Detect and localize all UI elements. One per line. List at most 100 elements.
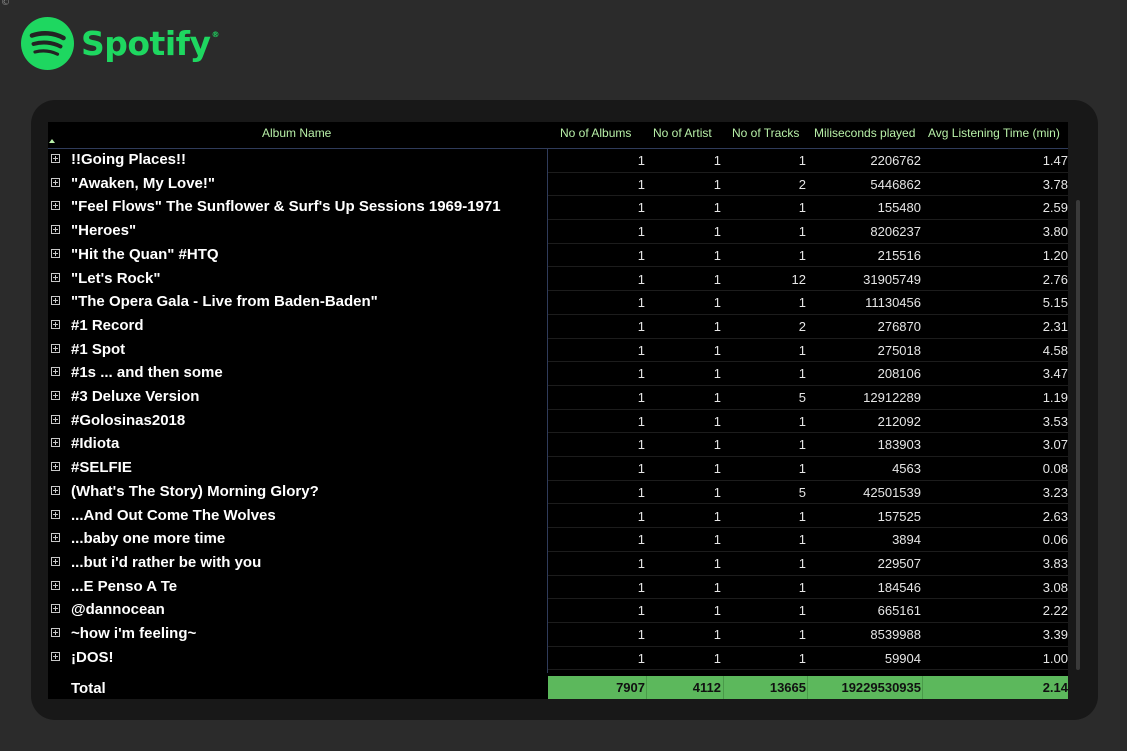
avg-time-cell: 3.53 — [1042, 413, 1068, 429]
table-row[interactable]: #1 Record 1 1 2 276870 2.31 — [48, 315, 1068, 339]
table-row[interactable]: ...And Out Come The Wolves 1 1 1 157525 2.63 — [48, 505, 1068, 529]
album-name-cell: ...And Out Come The Wolves — [71, 506, 276, 524]
artists-cell: 1 — [713, 271, 721, 287]
avg-time-cell: 3.23 — [1042, 484, 1068, 500]
table-row[interactable]: ~how i'm feeling~ 1 1 1 8539988 3.39 — [48, 623, 1068, 647]
expand-plus-icon[interactable] — [51, 367, 60, 377]
album-name-cell: ...E Penso A Te — [71, 577, 178, 595]
expand-plus-icon[interactable] — [51, 651, 60, 661]
album-name-cell: "Heroes" — [71, 222, 137, 240]
table-row[interactable]: "The Opera Gala - Live from Baden-Baden"… — [48, 291, 1068, 315]
copyright-icon: © — [1, 0, 10, 8]
albums-cell: 1 — [637, 153, 645, 168]
table-row[interactable]: #Idiota 1 1 1 183903 3.07 — [48, 433, 1068, 458]
total-ms-played: 19229530935 — [841, 680, 921, 695]
ms-played-cell: 5446862 — [870, 176, 921, 192]
artists-cell: 1 — [713, 342, 721, 358]
column-header-albums[interactable]: No of Albums — [560, 126, 631, 140]
expand-plus-icon[interactable] — [51, 201, 60, 211]
table-row[interactable]: (What's The Story) Morning Glory? 1 1 5 4250… — [48, 481, 1068, 505]
avg-time-cell: 4.58 — [1042, 342, 1068, 358]
album-name-cell: #SELFIE — [71, 459, 132, 477]
total-separator — [723, 676, 724, 699]
albums-cell: 1 — [637, 200, 645, 216]
tracks-cell: 5 — [798, 484, 806, 500]
row-separator — [548, 669, 1068, 671]
album-matrix-table[interactable]: Album Name No of Albums No of Artist No … — [48, 122, 1068, 699]
ms-played-cell: 59904 — [884, 650, 921, 666]
expand-plus-icon[interactable] — [51, 509, 60, 519]
expand-plus-icon[interactable] — [51, 604, 60, 614]
expand-plus-icon[interactable] — [51, 319, 60, 329]
table-row[interactable]: #3 Deluxe Version 1 1 5 12912289 1.19 — [48, 386, 1068, 410]
table-scrollbar[interactable] — [1076, 200, 1080, 670]
table-row[interactable]: !!Going Places!! 1 1 1 2206762 1.47 — [48, 149, 1068, 173]
column-header-album-name[interactable]: Album Name — [262, 126, 331, 140]
expand-plus-icon[interactable] — [51, 225, 60, 235]
column-header-tracks[interactable]: No of Tracks — [732, 126, 799, 140]
table-row[interactable]: ...baby one more time 1 1 1 3894 0.06 — [48, 528, 1068, 552]
table-row[interactable]: #SELFIE 1 1 1 4563 0.08 — [48, 457, 1068, 481]
table-row[interactable]: "Awaken, My Love!" 1 1 2 5446862 3.78 — [48, 173, 1068, 197]
artists-cell: 1 — [713, 650, 721, 666]
albums-cell: 1 — [637, 484, 645, 500]
albums-cell: 1 — [637, 176, 645, 192]
albums-cell: 1 — [637, 532, 645, 548]
ms-played-cell: 31905749 — [863, 271, 921, 287]
avg-time-cell: 1.00 — [1042, 650, 1068, 666]
sort-ascending-icon[interactable] — [49, 139, 55, 143]
expand-plus-icon[interactable] — [51, 296, 60, 306]
album-name-cell: #Idiota — [71, 435, 120, 453]
table-row[interactable]: "Hit the Quan" #HTQ 1 1 1 215516 1.20 — [48, 244, 1068, 268]
table-row[interactable]: #1s ... and then some 1 1 1 208106 3.47 — [48, 362, 1068, 386]
expand-plus-icon[interactable] — [51, 628, 60, 637]
album-name-cell: "Awaken, My Love!" — [71, 174, 215, 192]
table-row[interactable]: ...but i'd rather be with you 1 1 1 229507 3.… — [48, 552, 1068, 576]
table-row[interactable]: ¡DOS! 1 1 1 59904 1.00 — [48, 647, 1068, 671]
table-row[interactable]: #Golosinas2018 1 1 1 212092 3.53 — [48, 410, 1068, 434]
expand-plus-icon[interactable] — [51, 556, 60, 566]
column-header-ms-played[interactable]: Miliseconds played — [814, 126, 915, 140]
table-row[interactable]: @dannocean 1 1 1 665161 2.22 — [48, 599, 1068, 623]
column-header-artists[interactable]: No of Artist — [653, 126, 712, 140]
table-row[interactable]: "Feel Flows" The Sunflower & Surf's Up S… — [48, 196, 1068, 221]
expand-plus-icon[interactable] — [51, 485, 60, 495]
table-row[interactable]: ...E Penso A Te 1 1 1 184546 3.08 — [48, 576, 1068, 600]
expand-plus-icon[interactable] — [51, 343, 60, 353]
albums-cell: 1 — [637, 650, 645, 666]
ms-played-cell: 229507 — [877, 555, 921, 571]
expand-plus-icon[interactable] — [51, 154, 60, 163]
tracks-cell: 1 — [798, 295, 806, 311]
expand-plus-icon[interactable] — [51, 391, 60, 400]
albums-cell: 1 — [637, 295, 645, 311]
table-row[interactable]: "Let's Rock" 1 1 12 31905749 2.76 — [48, 268, 1068, 292]
table-body: !!Going Places!! 1 1 1 2206762 1.47 "Awaken, M… — [48, 149, 1068, 673]
ms-played-cell: 12912289 — [863, 390, 921, 405]
expand-plus-icon[interactable] — [51, 580, 60, 590]
spotify-icon — [21, 17, 74, 70]
expand-plus-icon[interactable] — [51, 177, 60, 187]
table-row[interactable]: "Heroes" 1 1 1 8206237 3.80 — [48, 220, 1068, 244]
expand-plus-icon[interactable] — [51, 272, 60, 282]
artists-cell: 1 — [713, 484, 721, 500]
ms-played-cell: 275018 — [877, 342, 921, 358]
table-row[interactable]: #1 Spot 1 1 1 275018 4.58 — [48, 339, 1068, 363]
albums-cell: 1 — [637, 390, 645, 405]
expand-plus-icon[interactable] — [51, 248, 60, 258]
artists-cell: 1 — [713, 627, 721, 642]
albums-cell: 1 — [637, 555, 645, 571]
total-separator — [646, 676, 647, 699]
column-header-avg-time[interactable]: Avg Listening Time (min) — [928, 126, 1060, 140]
tracks-cell: 1 — [798, 627, 806, 642]
expand-plus-icon[interactable] — [51, 462, 60, 472]
expand-plus-icon[interactable] — [51, 533, 60, 543]
expand-plus-icon[interactable] — [51, 438, 60, 448]
total-avg-time: 2.14 — [1042, 680, 1068, 695]
albums-cell: 1 — [637, 508, 645, 524]
avg-time-cell: 3.08 — [1042, 579, 1068, 595]
expand-plus-icon[interactable] — [51, 414, 60, 424]
avg-time-cell: 3.39 — [1042, 627, 1068, 642]
artists-cell: 1 — [713, 437, 721, 453]
albums-cell: 1 — [637, 318, 645, 334]
avg-time-cell: 3.07 — [1042, 437, 1068, 453]
